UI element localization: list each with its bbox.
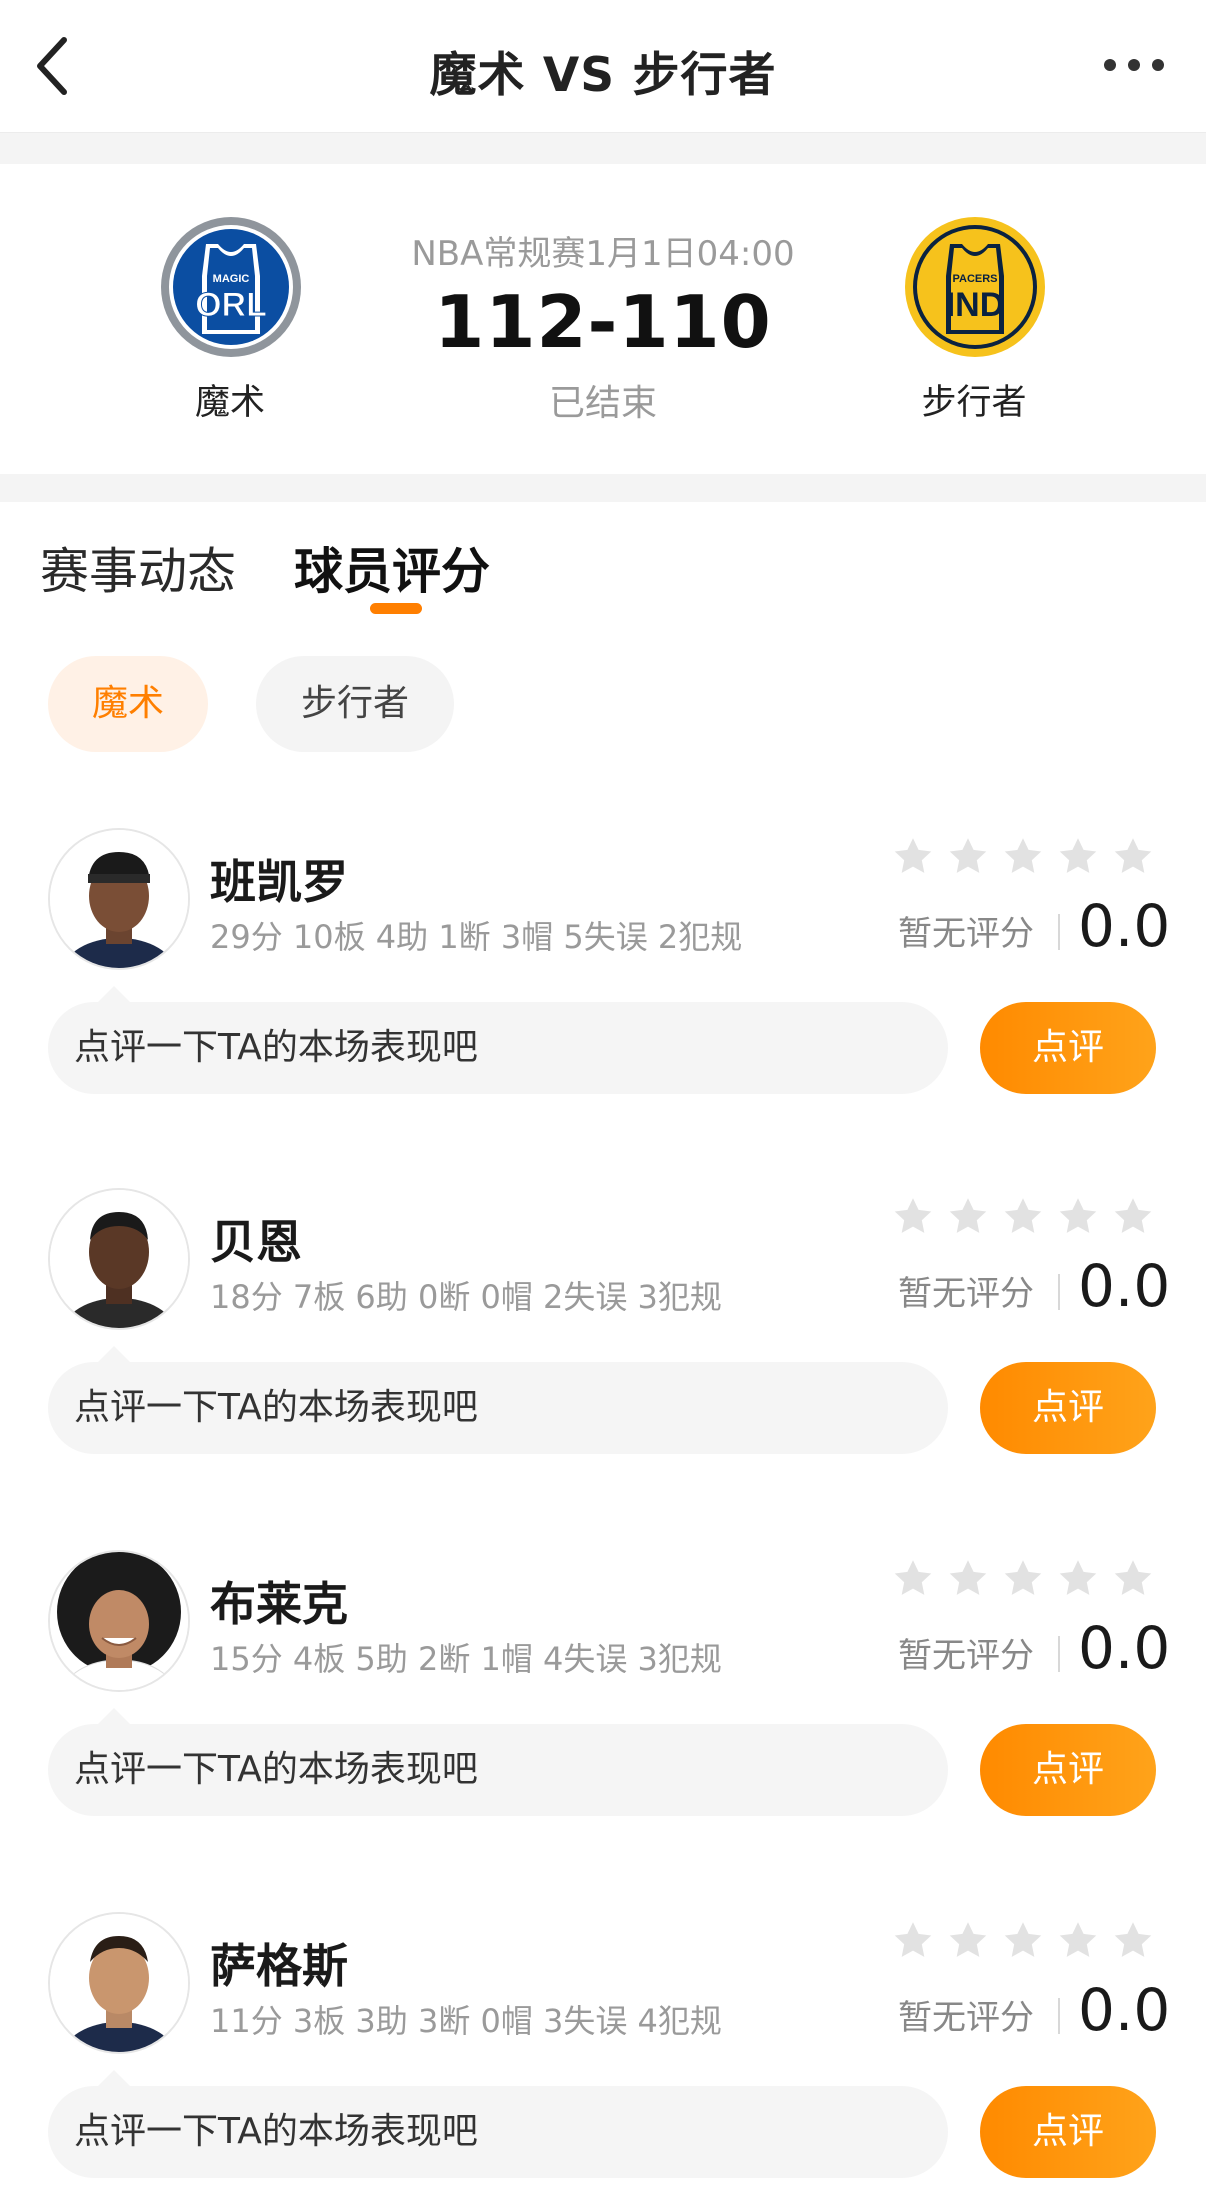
player-avatar[interactable] <box>48 1188 190 1330</box>
player-stats: 11分 3板 3助 3断 0帽 3失误 4犯规 <box>210 2002 722 2040</box>
star-icon[interactable] <box>890 1194 936 1240</box>
pacers-team-logo[interactable]: PACERS IND <box>904 216 1046 358</box>
comment-input[interactable]: 点评一下TA的本场表现吧 <box>48 1724 948 1816</box>
comment-placeholder: 点评一下TA的本场表现吧 <box>74 1387 478 1428</box>
rating-divider <box>1058 1998 1060 2034</box>
tab-game-events[interactable]: 赛事动态 <box>40 532 236 603</box>
player-card: 班凯罗 29分 10板 4助 1断 3帽 5失误 2犯规 暂无评分 0.0 点评… <box>0 828 1206 1128</box>
rating-value: 0.0 <box>1078 892 1171 960</box>
star-icon[interactable] <box>1000 1194 1046 1240</box>
star-icon[interactable] <box>1055 834 1101 880</box>
player-stats: 18分 7板 6助 0断 0帽 2失误 3犯规 <box>210 1278 722 1316</box>
player-avatar[interactable] <box>48 828 190 970</box>
star-icon[interactable] <box>890 1918 936 1964</box>
star-icon[interactable] <box>1110 1556 1156 1602</box>
comment-input[interactable]: 点评一下TA的本场表现吧 <box>48 1362 948 1454</box>
rating-label: 暂无评分 <box>898 1636 1034 1676</box>
star-icon[interactable] <box>1110 834 1156 880</box>
star-icon[interactable] <box>1000 1556 1046 1602</box>
player-card: 萨格斯 11分 3板 3助 3断 0帽 3失误 4犯规 暂无评分 0.0 点评一… <box>0 1912 1206 2212</box>
pacers-logo-text: IND <box>946 286 1005 324</box>
more-dots-icon[interactable] <box>1102 50 1166 80</box>
star-icon[interactable] <box>945 1918 991 1964</box>
rating-label: 暂无评分 <box>898 914 1034 954</box>
star-icon[interactable] <box>1110 1194 1156 1240</box>
score-card: MAGIC ORL 魔术 NBA常规赛1月1日04:00 112-110 已结束… <box>0 164 1206 474</box>
comment-button[interactable]: 点评 <box>980 2086 1156 2178</box>
comment-placeholder: 点评一下TA的本场表现吧 <box>74 1749 478 1790</box>
player-name[interactable]: 贝恩 <box>210 1206 302 1272</box>
star-icon[interactable] <box>1000 834 1046 880</box>
star-icon[interactable] <box>945 1194 991 1240</box>
comment-button[interactable]: 点评 <box>980 1362 1156 1454</box>
comment-input[interactable]: 点评一下TA的本场表现吧 <box>48 1002 948 1094</box>
comment-placeholder: 点评一下TA的本场表现吧 <box>74 2111 478 2152</box>
player-avatar[interactable] <box>48 1912 190 2054</box>
player-stats: 15分 4板 5助 2断 1帽 4失误 3犯规 <box>210 1640 722 1678</box>
player-card: 布莱克 15分 4板 5助 2断 1帽 4失误 3犯规 暂无评分 0.0 点评一… <box>0 1550 1206 1850</box>
player-stats: 29分 10板 4助 1断 3帽 5失误 2犯规 <box>210 918 743 956</box>
page-title: 魔术 VS 步行者 <box>429 48 777 103</box>
comment-button[interactable]: 点评 <box>980 1724 1156 1816</box>
rating-value: 0.0 <box>1078 1614 1171 1682</box>
rating-divider <box>1058 1636 1060 1672</box>
rating-label: 暂无评分 <box>898 1274 1034 1314</box>
rating-label: 暂无评分 <box>898 1998 1034 2038</box>
star-rating[interactable] <box>890 1194 1160 1240</box>
team-filter-pacers[interactable]: 步行者 <box>256 656 454 752</box>
rating-value: 0.0 <box>1078 1252 1171 1320</box>
player-name[interactable]: 布莱克 <box>210 1568 348 1634</box>
comment-button[interactable]: 点评 <box>980 1002 1156 1094</box>
star-icon[interactable] <box>1000 1918 1046 1964</box>
tab-player-ratings[interactable]: 球员评分 <box>294 532 490 603</box>
comment-input[interactable]: 点评一下TA的本场表现吧 <box>48 2086 948 2178</box>
player-name[interactable]: 班凯罗 <box>210 846 348 912</box>
star-icon[interactable] <box>945 834 991 880</box>
star-icon[interactable] <box>1055 1556 1101 1602</box>
star-icon[interactable] <box>1055 1194 1101 1240</box>
star-icon[interactable] <box>890 834 936 880</box>
star-rating[interactable] <box>890 1556 1160 1602</box>
section-gap <box>0 133 1206 164</box>
star-rating[interactable] <box>890 834 1160 880</box>
rating-divider <box>1058 1274 1060 1310</box>
pacers-logo-top-text: PACERS <box>952 273 997 285</box>
team-filter-magic[interactable]: 魔术 <box>48 656 208 752</box>
player-card: 贝恩 18分 7板 6助 0断 0帽 2失误 3犯规 暂无评分 0.0 点评一下… <box>0 1188 1206 1488</box>
star-icon[interactable] <box>1110 1918 1156 1964</box>
star-icon[interactable] <box>945 1556 991 1602</box>
top-nav-bar: 魔术 VS 步行者 <box>0 0 1206 133</box>
section-gap <box>0 474 1206 502</box>
comment-placeholder: 点评一下TA的本场表现吧 <box>74 1027 478 1068</box>
player-name[interactable]: 萨格斯 <box>210 1930 348 1996</box>
star-icon[interactable] <box>890 1556 936 1602</box>
rating-divider <box>1058 914 1060 950</box>
away-team-name[interactable]: 步行者 <box>874 374 1074 425</box>
active-tab-indicator <box>370 603 422 614</box>
rating-value: 0.0 <box>1078 1976 1171 2044</box>
star-icon[interactable] <box>1055 1918 1101 1964</box>
player-avatar[interactable] <box>48 1550 190 1692</box>
star-rating[interactable] <box>890 1918 1160 1964</box>
